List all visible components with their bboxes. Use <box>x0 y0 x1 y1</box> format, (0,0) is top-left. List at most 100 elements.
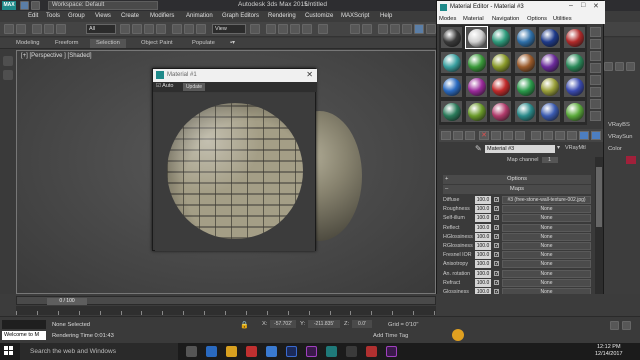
vraybs-button[interactable]: VRayBS <box>608 122 630 128</box>
map-enable-checkbox[interactable]: ✓ <box>494 279 499 285</box>
menu-rendering[interactable]: Rendering <box>268 13 296 19</box>
make-preview-icon[interactable] <box>590 87 601 97</box>
background-icon[interactable] <box>590 51 601 61</box>
tab-object-paint[interactable]: Object Paint <box>141 40 173 46</box>
map-enable-checkbox[interactable]: ✓ <box>494 215 499 221</box>
select-move-icon[interactable] <box>172 24 182 34</box>
select-by-material-icon[interactable] <box>590 111 601 121</box>
map-slot-button[interactable]: #3 (free-stone-wall-texture-002.jpg) <box>502 196 591 204</box>
assign-to-selection-icon[interactable] <box>465 131 475 140</box>
select-scale-icon[interactable] <box>196 24 206 34</box>
reset-map-icon[interactable]: ✕ <box>479 131 489 140</box>
go-to-parent-icon[interactable] <box>555 131 565 140</box>
selection-filter-dropdown[interactable]: All <box>86 24 116 34</box>
premiere-icon[interactable] <box>306 346 317 357</box>
pivot-center-icon[interactable] <box>250 24 260 34</box>
menu-graph-editors[interactable]: Graph Editors <box>222 13 259 19</box>
map-enable-checkbox[interactable]: ✓ <box>494 243 499 249</box>
menu-edit[interactable]: Edit <box>28 13 38 19</box>
material-sample-slot[interactable] <box>513 75 537 98</box>
map-amount-spinner[interactable]: 100.0 <box>475 269 491 278</box>
percent-snap-icon[interactable] <box>290 24 300 34</box>
map-enable-checkbox[interactable]: ✓ <box>494 252 499 258</box>
map-slot-button[interactable]: None <box>502 251 591 260</box>
viewport-label[interactable]: [+] [Perspective ] [Shaded] <box>21 53 92 59</box>
map-amount-spinner[interactable]: 100.0 <box>475 196 491 204</box>
windows-start-icon[interactable] <box>4 346 14 356</box>
photoshop-icon[interactable] <box>286 346 297 357</box>
ribbon-toggle-icon[interactable]: ▪▾ <box>230 40 235 46</box>
menu-tools[interactable]: Tools <box>46 13 60 19</box>
material-type-button[interactable]: VRayMtl <box>565 145 586 151</box>
menu-utilities[interactable]: Utilities <box>553 16 572 22</box>
zoom-icon[interactable] <box>610 321 619 330</box>
material-editor-icon[interactable] <box>414 24 424 34</box>
menu-options[interactable]: Options <box>527 16 547 22</box>
reference-coordinate-dropdown[interactable]: View <box>212 24 246 34</box>
schematic-view-icon[interactable] <box>402 24 412 34</box>
material-sample-slot[interactable] <box>440 99 463 123</box>
close-icon[interactable]: ✕ <box>593 2 599 10</box>
map-amount-spinner[interactable]: 100.0 <box>475 242 491 250</box>
map-enable-checkbox[interactable]: ✓ <box>494 224 499 230</box>
select-by-name-icon[interactable] <box>132 24 142 34</box>
material-sample-slot[interactable] <box>440 50 463 74</box>
app-icon[interactable] <box>346 346 357 357</box>
options-icon[interactable] <box>590 99 601 109</box>
material-sample-slot[interactable] <box>489 26 512 49</box>
render-setup-icon[interactable] <box>426 24 436 34</box>
hierarchy-tab-icon[interactable] <box>626 62 635 71</box>
material-sample-slot[interactable] <box>538 26 561 49</box>
go-forward-icon[interactable] <box>567 131 577 140</box>
map-slot-button[interactable]: None <box>502 205 591 214</box>
material-sample-slot[interactable] <box>464 99 488 123</box>
maximize-icon[interactable]: □ <box>581 2 585 9</box>
material-sample-slot[interactable] <box>489 99 512 123</box>
select-rotate-icon[interactable] <box>184 24 194 34</box>
material-sample-slot[interactable] <box>562 75 586 98</box>
show-end-result-icon[interactable] <box>543 131 553 140</box>
tab-modeling[interactable]: Modeling <box>16 40 40 46</box>
window-crossing-icon[interactable] <box>156 24 166 34</box>
map-slot-button[interactable]: None <box>502 214 591 223</box>
object-color-swatch[interactable] <box>626 156 636 164</box>
minimize-icon[interactable]: – <box>569 2 573 9</box>
material-sample-slot[interactable] <box>513 99 537 123</box>
redo-icon[interactable] <box>16 24 26 34</box>
create-tab-icon[interactable] <box>604 62 613 71</box>
link-icon[interactable] <box>32 24 42 34</box>
map-amount-spinner[interactable]: 100.0 <box>475 205 491 214</box>
map-slot-button[interactable]: None <box>502 232 591 241</box>
premiere-icon[interactable] <box>386 346 397 357</box>
material-sample-slot[interactable] <box>562 26 586 49</box>
material-sample-slot[interactable] <box>562 99 586 123</box>
media-app-icon[interactable] <box>246 346 257 357</box>
material-sample-slot[interactable] <box>464 26 488 49</box>
open-file-icon[interactable] <box>31 1 40 10</box>
material-sample-slot[interactable] <box>513 26 537 49</box>
chevron-down-icon[interactable]: ▾ <box>557 144 560 151</box>
z-coordinate-field[interactable]: 0.0' <box>352 320 372 328</box>
show-shaded-icon[interactable] <box>531 131 541 140</box>
taskbar-clock[interactable]: 12:12 PM 12/14/2017 <box>595 344 623 358</box>
map-slot-button[interactable]: None <box>502 278 591 287</box>
snaps-toggle-icon[interactable] <box>266 24 276 34</box>
material-sample-slot[interactable] <box>464 75 488 98</box>
modify-tab-icon[interactable] <box>615 62 624 71</box>
undo-icon[interactable] <box>4 24 14 34</box>
time-slider[interactable]: 0 / 100 <box>47 298 87 305</box>
material-sample-slot[interactable] <box>538 75 561 98</box>
menu-help[interactable]: Help <box>380 13 392 19</box>
map-slot-button[interactable]: None <box>502 242 591 250</box>
material-sample-slot[interactable] <box>440 75 463 98</box>
lock-icon[interactable]: 🔒 <box>240 321 249 329</box>
material-name-field[interactable]: Material #3 <box>485 145 555 153</box>
bind-space-warp-icon[interactable] <box>56 24 66 34</box>
backlight-icon[interactable] <box>590 39 601 49</box>
taskbar-search-box[interactable]: Search the web and Windows <box>20 343 178 360</box>
align-icon[interactable] <box>362 24 372 34</box>
menu-animation[interactable]: Animation <box>186 13 213 19</box>
menu-group[interactable]: Group <box>68 13 85 19</box>
map-enable-checkbox[interactable]: ✓ <box>494 206 499 212</box>
layer-manager-icon[interactable] <box>378 24 388 34</box>
